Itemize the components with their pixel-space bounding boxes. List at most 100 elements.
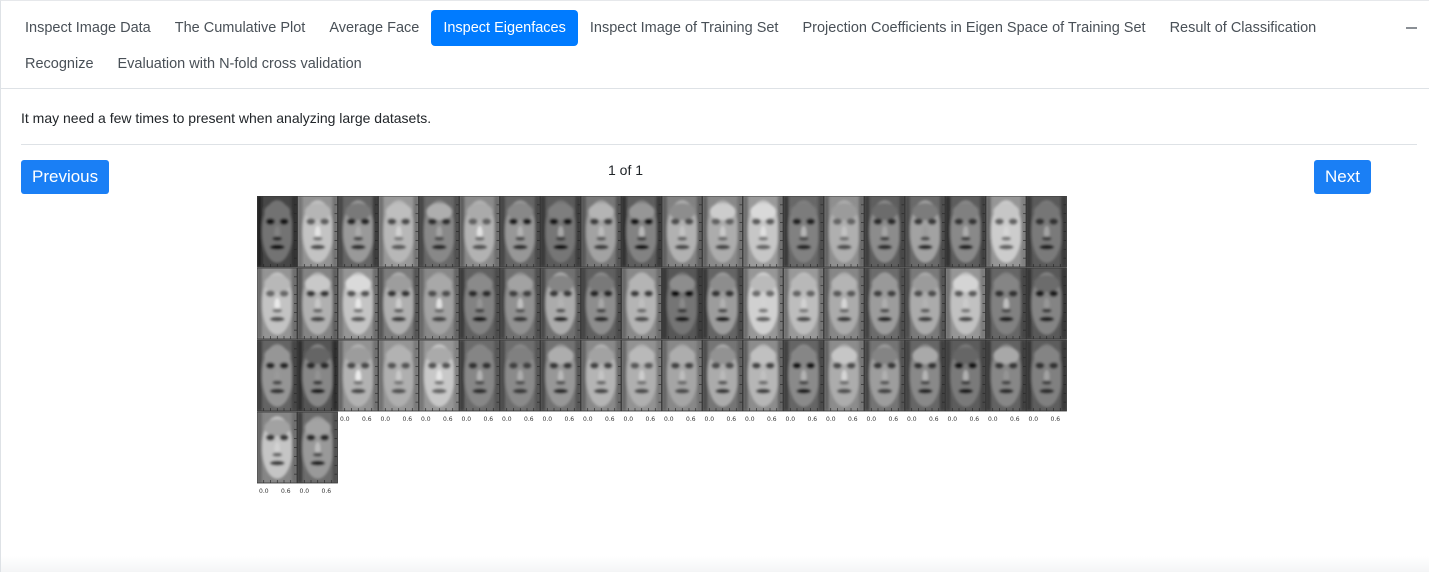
tab-projection-coefficients-in-eigen-space-of-training-set[interactable]: Projection Coefficients in Eigen Space o… xyxy=(790,10,1157,46)
eigenface-thumbnail xyxy=(904,267,946,340)
axis-tick-label: 0.6 xyxy=(484,416,494,423)
axis-tick-label: 0.0 xyxy=(907,416,917,423)
eigenface-thumbnail xyxy=(783,195,824,268)
eigenface-thumbnail xyxy=(945,195,986,268)
eigenface-thumbnail xyxy=(945,339,986,412)
eigenface-thumbnail xyxy=(823,195,865,268)
eigenface-thumbnail xyxy=(985,195,1027,268)
eigenface-figure: 0.0 0.6 0.0 0.6 0.0 0.6 0.0 0.6 0.0 0.6 0.0 0.6 0.0 0… xyxy=(256,195,1077,501)
eigenface-thumbnail xyxy=(378,195,419,268)
tab-the-cumulative-plot[interactable]: The Cumulative Plot xyxy=(163,10,318,46)
eigenface-thumbnail xyxy=(540,267,581,340)
eigenface-thumbnail xyxy=(904,339,946,412)
eigenface-thumbnail xyxy=(904,195,946,268)
previous-button[interactable]: Previous xyxy=(21,160,110,194)
eigenface-thumbnail xyxy=(580,195,622,268)
page-indicator: 1 of 1 xyxy=(608,162,644,178)
eigenface-thumbnail xyxy=(661,195,703,268)
axis-tick-label: 0.6 xyxy=(727,416,737,423)
eigenface-thumbnail xyxy=(459,339,500,412)
tab-inspect-image-of-training-set[interactable]: Inspect Image of Training Set xyxy=(578,10,791,46)
eigenface-thumbnail xyxy=(580,339,622,412)
tab-recognize[interactable]: Recognize xyxy=(13,46,106,82)
eigenface-thumbnail xyxy=(256,411,298,484)
eigenface-thumbnail xyxy=(742,339,784,412)
axis-tick-label: 0.6 xyxy=(281,488,291,495)
axis-tick-label: 0.0 xyxy=(705,416,715,423)
tab-bar: Inspect Image Data The Cumulative Plot Ave… xyxy=(1,1,1429,89)
axis-tick-label: 0.0 xyxy=(381,416,391,423)
eigenface-thumbnail xyxy=(985,339,1027,412)
axis-tick-label: 0.6 xyxy=(1010,416,1020,423)
eigenface-thumbnail xyxy=(580,267,622,340)
axis-tick-label: 0.6 xyxy=(646,416,656,423)
tab-content: It may need a few times to present when … xyxy=(1,89,1429,495)
axis-tick-label: 0.0 xyxy=(502,416,512,423)
eigenface-thumbnail xyxy=(378,267,419,340)
eigenface-thumbnail xyxy=(621,339,662,412)
axis-tick-label: 0.0 xyxy=(259,488,269,495)
eigenface-thumbnail xyxy=(823,267,865,340)
eigenface-thumbnail xyxy=(540,195,581,268)
eigenface-thumbnail xyxy=(459,267,500,340)
axis-tick-label: 0.0 xyxy=(583,416,593,423)
eigenface-thumbnail xyxy=(256,267,298,340)
axis-tick-label: 0.0 xyxy=(543,416,553,423)
tab-evaluation-with-n-fold-cross-validation[interactable]: Evaluation with N-fold cross validation xyxy=(106,46,374,82)
axis-tick-label: 0.0 xyxy=(340,416,350,423)
axis-tick-label: 0.6 xyxy=(929,416,939,423)
axis-tick-label: 0.6 xyxy=(403,416,413,423)
tab-inspect-image-data[interactable]: Inspect Image Data xyxy=(13,10,163,46)
eigenface-thumbnail xyxy=(297,411,338,484)
axis-tick-label: 0.0 xyxy=(300,488,310,495)
axis-tick-label: 0.6 xyxy=(605,416,615,423)
eigenface-thumbnail xyxy=(864,267,905,340)
axis-tick-label: 0.0 xyxy=(624,416,634,423)
eigenface-thumbnail xyxy=(378,339,419,412)
eigenface-thumbnail xyxy=(418,195,460,268)
eigenface-thumbnail xyxy=(702,267,743,340)
eigenface-thumbnail xyxy=(499,195,541,268)
axis-tick-label: 0.6 xyxy=(362,416,372,423)
axis-tick-label: 0.6 xyxy=(565,416,575,423)
eigenface-thumbnail xyxy=(499,339,541,412)
loading-notice: It may need a few times to present when … xyxy=(21,89,1417,145)
minimize-icon[interactable] xyxy=(1406,27,1417,29)
eigenface-thumbnail xyxy=(702,195,743,268)
eigenface-thumbnail xyxy=(297,267,338,340)
eigenface-thumbnail xyxy=(661,339,703,412)
axis-tick-label: 0.6 xyxy=(686,416,696,423)
eigenface-thumbnail xyxy=(1026,339,1067,412)
axis-tick-label: 0.6 xyxy=(848,416,858,423)
eigenface-thumbnail xyxy=(1026,267,1067,340)
eigenface-thumbnail xyxy=(297,195,338,268)
eigenface-thumbnail xyxy=(661,267,703,340)
axis-tick-label: 0.0 xyxy=(745,416,755,423)
axis-tick-label: 0.6 xyxy=(322,488,332,495)
eigenface-thumbnail xyxy=(256,339,298,412)
axis-tick-label: 0.0 xyxy=(421,416,431,423)
eigenface-thumbnail xyxy=(621,195,662,268)
axis-tick-label: 0.6 xyxy=(889,416,899,423)
tab-inspect-eigenfaces[interactable]: Inspect Eigenfaces xyxy=(431,10,578,46)
eigenface-thumbnail xyxy=(337,339,379,412)
eigenface-thumbnail xyxy=(702,339,743,412)
eigenface-thumbnail xyxy=(823,339,865,412)
footer-strip xyxy=(1,556,1429,572)
eigenface-thumbnail xyxy=(742,195,784,268)
axis-tick-label: 0.0 xyxy=(948,416,958,423)
eigenface-thumbnail xyxy=(418,267,460,340)
next-button[interactable]: Next xyxy=(1314,160,1371,194)
axis-tick-label: 0.6 xyxy=(443,416,453,423)
tab-average-face[interactable]: Average Face xyxy=(317,10,431,46)
tab-result-of-classification[interactable]: Result of Classification xyxy=(1158,10,1329,46)
axis-tick-label: 0.0 xyxy=(867,416,877,423)
eigenface-grid: 0.0 0.6 0.0 0.6 0.0 0.6 0.0 0.6 0.0 0.6 0.0 0.6 0.0 0… xyxy=(256,195,1067,495)
eigenface-thumbnail xyxy=(337,195,379,268)
eigenface-thumbnail xyxy=(742,267,784,340)
eigenface-thumbnail xyxy=(459,195,500,268)
eigenface-thumbnail xyxy=(337,267,379,340)
eigenface-thumbnail xyxy=(783,339,824,412)
axis-tick-label: 0.0 xyxy=(462,416,472,423)
eigenface-thumbnail xyxy=(418,339,460,412)
